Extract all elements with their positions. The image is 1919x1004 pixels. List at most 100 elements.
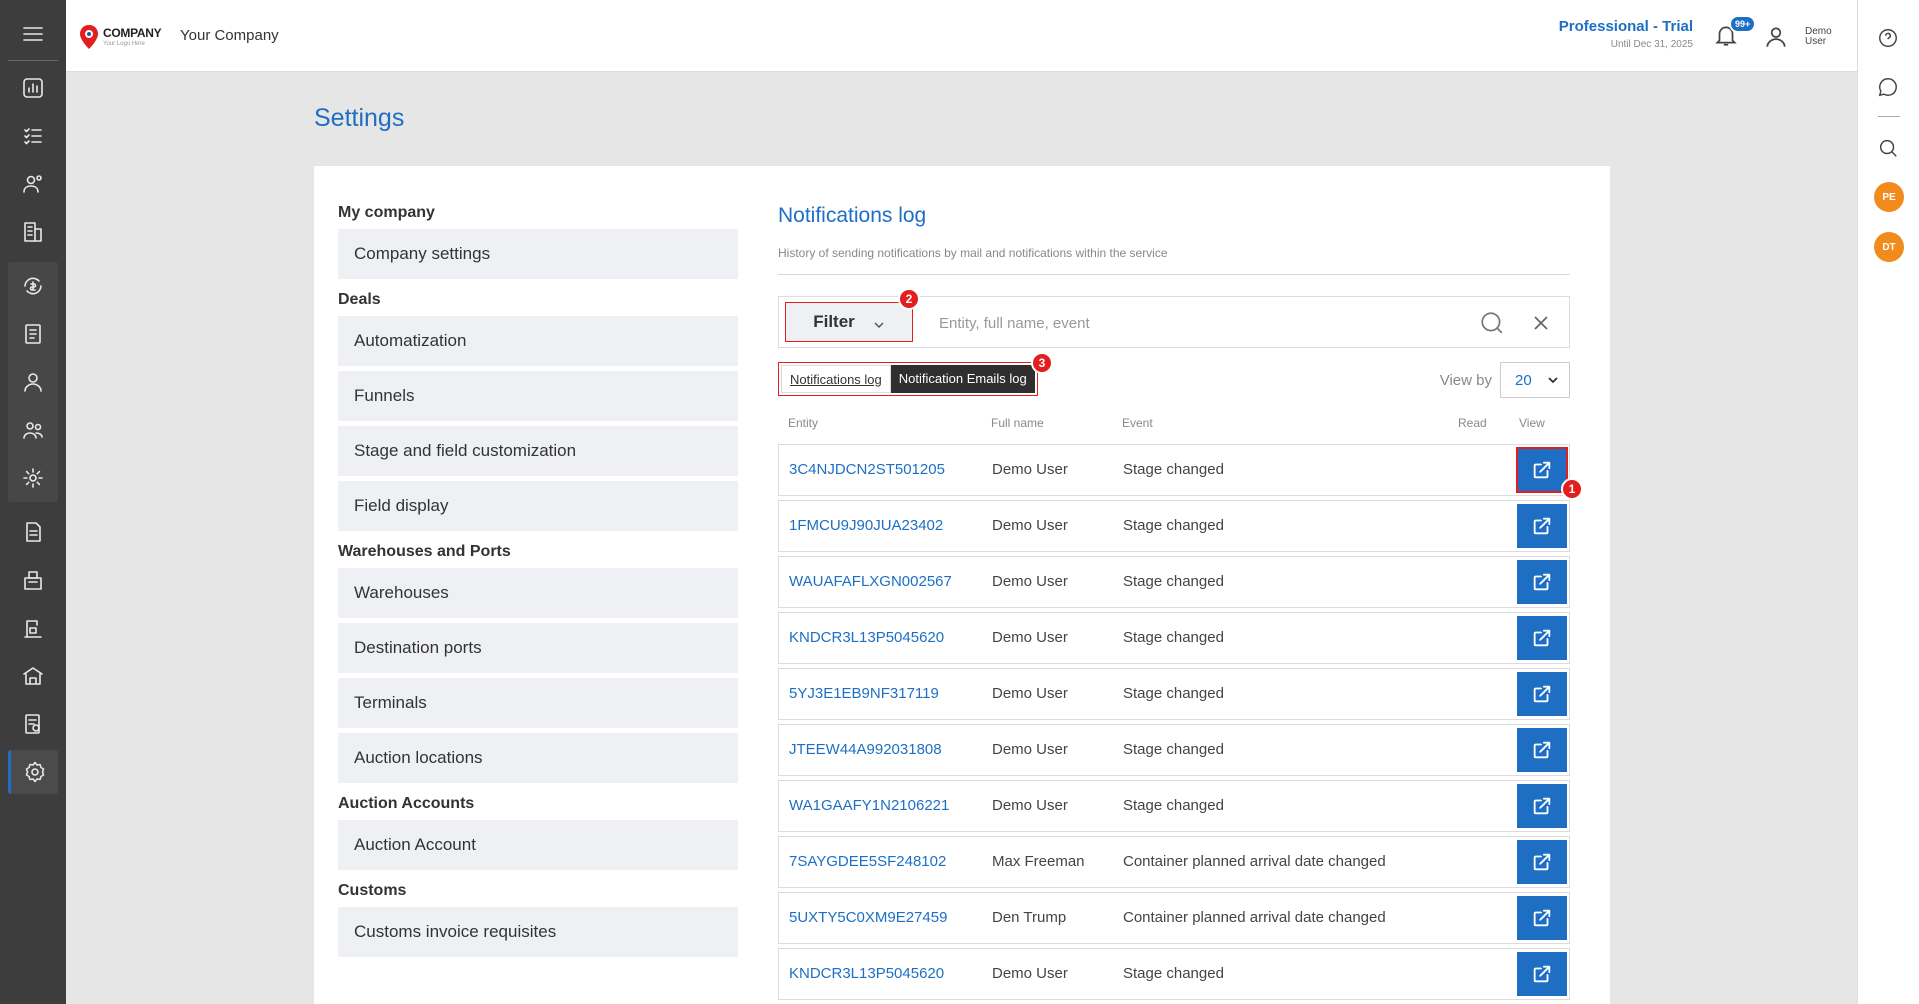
search-icon[interactable]	[1877, 137, 1901, 161]
table-row: KNDCR3L13P5045620 Demo User Stage change…	[778, 612, 1570, 664]
nav-item-funnels[interactable]: Funnels	[338, 371, 738, 421]
nav-item-company-settings[interactable]: Company settings	[338, 229, 738, 279]
column-header-event[interactable]: Event	[1122, 416, 1153, 430]
full-name-cell: Demo User	[992, 965, 1068, 982]
event-cell: Container planned arrival date changed	[1123, 909, 1386, 926]
full-name-cell: Demo User	[992, 517, 1068, 534]
view-button[interactable]	[1517, 840, 1567, 884]
team-icon[interactable]	[8, 408, 58, 452]
external-link-icon	[1533, 965, 1551, 983]
tasks-list-icon[interactable]	[8, 114, 58, 158]
documents-icon[interactable]	[8, 510, 58, 554]
avatar[interactable]: DT	[1874, 232, 1904, 262]
view-button[interactable]	[1517, 784, 1567, 828]
company-name[interactable]: Your Company	[180, 27, 279, 44]
plan-info[interactable]: Professional - Trial Until Dec 31, 2025	[1559, 18, 1693, 50]
table-row: WA1GAAFY1N2106221 Demo User Stage change…	[778, 780, 1570, 832]
entity-link[interactable]: 5YJ3E1EB9NF317119	[789, 685, 939, 702]
view-button[interactable]	[1517, 952, 1567, 996]
nav-group-title: Auction Accounts	[338, 795, 475, 812]
external-link-icon	[1533, 853, 1551, 871]
entity-link[interactable]: WAUAFAFLXGN002567	[789, 573, 952, 590]
column-header-full-name[interactable]: Full name	[991, 416, 1044, 430]
chat-icon[interactable]	[1877, 76, 1901, 100]
page-size-select[interactable]: 20	[1500, 362, 1570, 398]
step-badge-2: 2	[898, 288, 920, 310]
entity-link[interactable]: 3C4NJDCN2ST501205	[789, 461, 945, 478]
company-logo[interactable]: COMPANY Your Logo Here	[78, 22, 174, 52]
nav-item-stage-field-customization[interactable]: Stage and field customization	[338, 426, 738, 476]
full-name-cell: Demo User	[992, 461, 1068, 478]
nav-item-destination-ports[interactable]: Destination ports	[338, 623, 738, 673]
full-name-cell: Demo User	[992, 797, 1068, 814]
view-button[interactable]	[1517, 616, 1567, 660]
configure-icon[interactable]	[8, 456, 58, 500]
nav-item-field-display[interactable]: Field display	[338, 481, 738, 531]
view-button[interactable]	[1517, 672, 1567, 716]
right-divider	[1878, 116, 1900, 117]
nav-item-warehouses[interactable]: Warehouses	[338, 568, 738, 618]
tab-notifications-log[interactable]: Notifications log	[781, 365, 891, 393]
nav-group-title: My company	[338, 204, 435, 221]
table-row: 1FMCU9J90JUA23402 Demo User Stage change…	[778, 500, 1570, 552]
full-name-cell: Demo User	[992, 629, 1068, 646]
close-icon[interactable]	[1531, 313, 1551, 333]
view-button[interactable]	[1517, 560, 1567, 604]
nav-item-automatization[interactable]: Automatization	[338, 316, 738, 366]
search-input[interactable]	[939, 311, 1459, 335]
table-row: 5UXTY5C0XM9E27459 Den Trump Container pl…	[778, 892, 1570, 944]
finance-icon[interactable]	[8, 264, 58, 308]
user-name[interactable]: Demo User	[1805, 27, 1845, 47]
help-icon[interactable]	[1877, 27, 1901, 51]
column-header-view[interactable]: View	[1519, 416, 1545, 430]
nav-group-title: Customs	[338, 882, 407, 899]
search-icon[interactable]	[1479, 310, 1505, 336]
user-icon	[1766, 27, 1786, 47]
notifications-button[interactable]: 99+	[1713, 15, 1757, 52]
settings-nav: My company Company settings Deals Automa…	[338, 200, 738, 962]
tab-notification-emails-log[interactable]: Notification Emails log	[890, 365, 1035, 393]
step-badge-3: 3	[1031, 352, 1053, 374]
menu-icon[interactable]	[8, 12, 58, 56]
external-link-icon	[1533, 573, 1551, 591]
column-header-entity[interactable]: Entity	[788, 416, 818, 430]
users-icon[interactable]	[8, 360, 58, 404]
column-header-read[interactable]: Read	[1458, 416, 1487, 430]
nav-item-customs-invoice-requisites[interactable]: Customs invoice requisites	[338, 907, 738, 957]
entity-link[interactable]: 7SAYGDEE5SF248102	[789, 853, 946, 870]
companies-icon[interactable]	[8, 210, 58, 254]
dashboard-icon[interactable]	[8, 66, 58, 110]
entity-link[interactable]: KNDCR3L13P5045620	[789, 629, 944, 646]
event-cell: Stage changed	[1123, 797, 1224, 814]
port-crane-icon[interactable]	[8, 606, 58, 650]
view-button[interactable]	[1517, 896, 1567, 940]
contacts-icon[interactable]	[8, 162, 58, 206]
entity-link[interactable]: WA1GAAFY1N2106221	[789, 797, 949, 814]
nav-item-auction-locations[interactable]: Auction locations	[338, 733, 738, 783]
view-button[interactable]	[1517, 728, 1567, 772]
entity-link[interactable]: JTEEW44A992031808	[789, 741, 942, 758]
nav-item-auction-account[interactable]: Auction Account	[338, 820, 738, 870]
table-row: 7SAYGDEE5SF248102 Max Freeman Container …	[778, 836, 1570, 888]
view-button[interactable]	[1517, 504, 1567, 548]
user-profile-button[interactable]	[1763, 24, 1789, 50]
full-name-cell: Max Freeman	[992, 853, 1085, 870]
warehouse-icon[interactable]	[8, 558, 58, 602]
step-badge-1: 1	[1561, 478, 1583, 500]
top-bar: COMPANY Your Logo Here Your Company Prof…	[66, 0, 1857, 72]
invoices-icon[interactable]	[8, 312, 58, 356]
external-link-icon	[1533, 909, 1551, 927]
logo-main-text: COMPANY	[103, 26, 162, 40]
entity-link[interactable]: 5UXTY5C0XM9E27459	[789, 909, 947, 926]
page-size-value: 20	[1515, 371, 1532, 389]
filter-dropdown-button[interactable]: Filter	[785, 302, 913, 342]
settings-icon[interactable]	[8, 750, 58, 794]
nav-item-terminals[interactable]: Terminals	[338, 678, 738, 728]
avatar[interactable]: PE	[1874, 182, 1904, 212]
section-description: History of sending notifications by mail…	[778, 246, 1570, 275]
entity-link[interactable]: 1FMCU9J90JUA23402	[789, 517, 943, 534]
customs-icon[interactable]	[8, 654, 58, 698]
view-button[interactable]	[1516, 447, 1568, 493]
reports-icon[interactable]	[8, 702, 58, 746]
entity-link[interactable]: KNDCR3L13P5045620	[789, 965, 944, 982]
